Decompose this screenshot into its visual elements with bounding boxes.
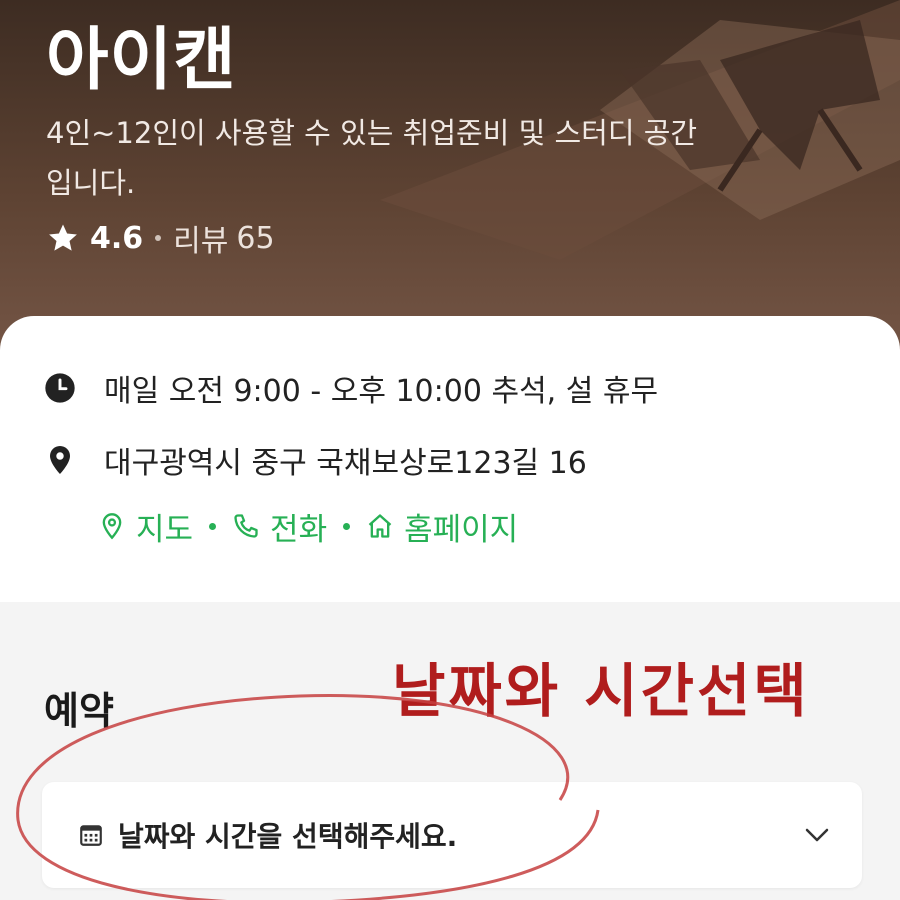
section-title: 예약: [44, 689, 114, 733]
map-link-label: 지도: [136, 511, 194, 548]
chevron-down-icon[interactable]: [802, 820, 832, 850]
separator-dot: [209, 522, 217, 530]
address-row: 대구광역시 중구 국채보상로123길 16: [44, 436, 587, 484]
separator-dot: [343, 522, 351, 530]
calendar-icon: [80, 825, 102, 846]
phone-icon: [234, 514, 258, 538]
page-title: 아이캔: [46, 21, 237, 100]
review-label[interactable]: 리뷰: [173, 216, 228, 260]
star-icon: [49, 224, 77, 251]
datetime-select[interactable]: 날짜와 시간을 선택해주세요.: [42, 782, 862, 888]
clock-icon: [45, 373, 75, 403]
hero-banner: 아이캔 4인~12인이 사용할 수 있는 취업준비 및 스터디 공간 입니다. …: [0, 0, 900, 360]
phone-link[interactable]: 전화: [232, 504, 327, 549]
annotation-text: 날짜와 시간선택: [392, 657, 810, 725]
reservation-section: 예약 날짜와 시간선택 날짜와 시간을 선택해주세요.: [0, 602, 900, 900]
place-info-card: 매일 오전 9:00 - 오후 10:00 추석, 설 휴무 대구광역시 중구 …: [0, 316, 900, 602]
separator-dot: [155, 235, 162, 241]
homepage-link[interactable]: 홈페이지: [366, 504, 518, 549]
review-count[interactable]: 65: [236, 221, 274, 256]
action-links: 지도 전화 홈페이지: [98, 502, 518, 550]
address: 대구광역시 중구 국채보상로123길 16: [104, 446, 587, 481]
datetime-select-placeholder: 날짜와 시간을 선택해주세요.: [118, 820, 458, 853]
place-description: 4인~12인이 사용할 수 있는 취업준비 및 스터디 공간 입니다.: [46, 116, 698, 200]
rating-value: 4.6: [90, 220, 144, 256]
hours-row: 매일 오전 9:00 - 오후 10:00 추석, 설 휴무: [44, 364, 658, 412]
phone-link-label: 전화: [270, 511, 328, 548]
rating-row: 4.6 리뷰 65: [46, 216, 275, 260]
homepage-link-label: 홈페이지: [404, 511, 519, 548]
map-link[interactable]: 지도: [98, 504, 193, 549]
home-icon: [368, 514, 392, 538]
opening-hours: 매일 오전 9:00 - 오후 10:00 추석, 설 휴무: [104, 374, 659, 409]
map-pin-outline-icon: [102, 513, 122, 540]
map-pin-icon: [50, 446, 70, 474]
